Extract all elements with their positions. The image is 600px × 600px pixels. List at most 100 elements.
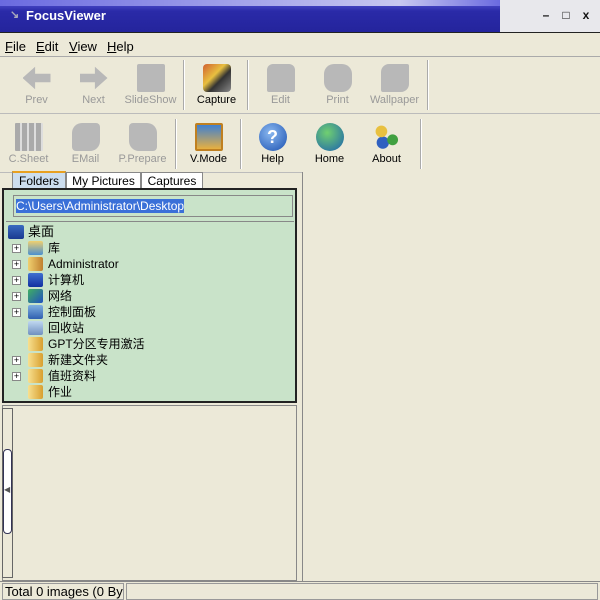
app-icon: ↘	[10, 9, 20, 21]
print-button[interactable]: Print	[309, 60, 366, 112]
wallpaper-icon	[380, 64, 409, 92]
tree-item-label: 回收站	[48, 321, 85, 335]
tree-item[interactable]: + 值班资料	[6, 368, 276, 384]
toolbar-separator	[183, 60, 185, 110]
about-icon	[372, 123, 401, 151]
folder-icon	[28, 369, 43, 383]
grid-icon	[14, 123, 43, 151]
expand-icon: +	[12, 243, 21, 253]
tree-item-label: 新建文件夹	[48, 353, 109, 367]
toolbar-separator	[240, 119, 242, 169]
tree-item[interactable]: + 网络	[6, 288, 276, 304]
edit-button[interactable]: Edit	[252, 60, 309, 112]
slideshow-label: SlideShow	[124, 94, 177, 106]
splitter-scrollbar[interactable]: ◀	[2, 408, 13, 578]
about-button[interactable]: About	[358, 119, 415, 171]
computer-icon	[28, 273, 43, 287]
tree-item-label: 网络	[48, 289, 73, 303]
expand-icon: +	[12, 355, 21, 365]
user-folder-icon	[28, 257, 43, 271]
tree-item-label: 库	[48, 241, 61, 255]
title-bar: ↘ FocusViewer – □ x	[0, 0, 600, 33]
menu-help[interactable]: Help	[107, 39, 134, 54]
contact-sheet-label: C.Sheet	[8, 153, 49, 165]
arrow-right-icon	[79, 66, 108, 90]
slideshow-button[interactable]: SlideShow	[122, 60, 179, 112]
toolbar-separator	[247, 60, 249, 110]
tree-item-label: 计算机	[48, 273, 85, 287]
arrow-left-icon	[22, 66, 51, 90]
tree-item[interactable]: + 新建文件夹	[6, 352, 276, 368]
desktop-icon	[8, 225, 24, 239]
next-label: Next	[82, 94, 105, 106]
camera-icon	[202, 64, 231, 92]
close-button[interactable]: x	[577, 8, 595, 22]
tree-item-label: 作业	[48, 385, 73, 399]
home-button[interactable]: Home	[301, 119, 358, 171]
network-icon	[28, 289, 43, 303]
tree-root[interactable]: 桌面	[6, 224, 276, 240]
toolbar-main: Prev Next SlideShow Capture Edit Print W…	[0, 58, 600, 114]
print-prepare-button[interactable]: P.Prepare	[114, 119, 171, 171]
tree-item[interactable]: GPT分区专用激活	[6, 336, 276, 352]
prev-button[interactable]: Prev	[8, 60, 65, 112]
tab-folders[interactable]: Folders	[12, 171, 66, 189]
status-bar: Total 0 images (0 By	[0, 581, 600, 600]
tree-item[interactable]: + Administrator	[6, 256, 276, 272]
view-mode-button[interactable]: V.Mode	[180, 119, 237, 171]
contact-sheet-button[interactable]: C.Sheet	[0, 119, 57, 171]
path-input[interactable]: C:\Users\Administrator\Desktop	[13, 195, 293, 217]
email-button[interactable]: EMail	[57, 119, 114, 171]
tree-item-label: 控制面板	[48, 305, 97, 319]
wallpaper-button[interactable]: Wallpaper	[366, 60, 423, 112]
capture-button[interactable]: Capture	[188, 60, 245, 112]
folders-panel: C:\Users\Administrator\Desktop 桌面 + 库 + Ad…	[2, 188, 297, 403]
minimize-button[interactable]: –	[537, 8, 555, 22]
print-prepare-label: P.Prepare	[118, 153, 167, 165]
tree-item-label: GPT分区专用激活	[48, 337, 145, 351]
tab-my-pictures[interactable]: My Pictures	[66, 172, 141, 189]
next-button[interactable]: Next	[65, 60, 122, 112]
prev-label: Prev	[25, 94, 48, 106]
print-icon	[323, 64, 352, 92]
tree-item[interactable]: + 计算机	[6, 272, 276, 288]
tab-captures[interactable]: Captures	[141, 172, 203, 189]
view-mode-label: V.Mode	[190, 153, 227, 165]
expand-icon: +	[12, 307, 21, 317]
slideshow-icon	[136, 64, 165, 92]
expand-icon: +	[12, 275, 21, 285]
tree-item[interactable]: + 控制面板	[6, 304, 276, 320]
edit-icon	[266, 64, 295, 92]
toolbar-secondary: C.Sheet EMail P.Prepare V.Mode ? Help Hom…	[0, 117, 600, 173]
expand-icon: +	[12, 259, 21, 269]
about-label: About	[372, 153, 401, 165]
help-button[interactable]: ? Help	[244, 119, 301, 171]
maximize-button[interactable]: □	[557, 8, 575, 22]
menu-view[interactable]: View	[69, 39, 97, 54]
tree-item[interactable]: 作业	[6, 384, 276, 400]
path-value: C:\Users\Administrator\Desktop	[16, 199, 185, 213]
email-icon	[71, 123, 100, 151]
folder-icon	[28, 353, 43, 367]
tree-item[interactable]: + 库	[6, 240, 276, 256]
tree-item-label: 值班资料	[48, 369, 97, 383]
home-label: Home	[314, 153, 345, 165]
tree-item-label: Administrator	[48, 257, 119, 271]
view-mode-icon	[194, 123, 223, 151]
wallpaper-label: Wallpaper	[369, 94, 420, 106]
library-icon	[28, 241, 43, 255]
menu-file[interactable]: File	[5, 39, 26, 54]
menu-edit[interactable]: Edit	[36, 39, 58, 54]
print-label: Print	[326, 94, 349, 106]
status-text: Total 0 images (0 By	[2, 583, 124, 600]
edit-label: Edit	[271, 94, 290, 106]
thumbnail-panel	[2, 405, 297, 581]
tree-item[interactable]: 回收站	[6, 320, 276, 336]
image-view-panel	[302, 172, 600, 581]
globe-icon	[315, 123, 344, 151]
toolbar-separator	[427, 60, 429, 110]
help-icon: ?	[258, 123, 287, 151]
folder-icon	[28, 337, 43, 351]
window-title: FocusViewer	[26, 8, 106, 23]
collapse-left-icon[interactable]: ◀	[4, 485, 10, 494]
